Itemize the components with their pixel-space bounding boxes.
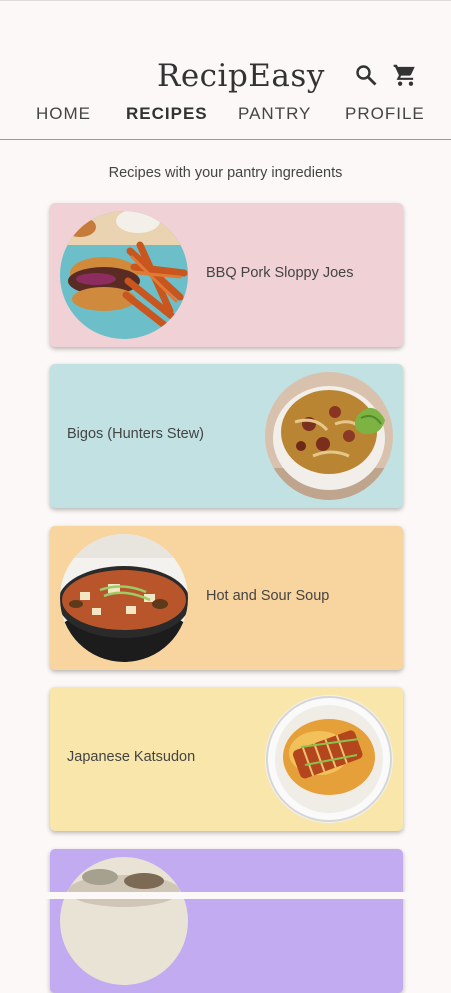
bottom-edge xyxy=(0,892,451,899)
recipe-title: Hot and Sour Soup xyxy=(206,588,330,604)
recipe-image xyxy=(60,857,188,985)
recipe-card[interactable]: BBQ Pork Sloppy Joes xyxy=(50,203,403,347)
nav-divider xyxy=(0,139,451,140)
tab-home[interactable]: HOME xyxy=(36,104,91,124)
recipe-card[interactable]: Japanese Katsudon xyxy=(50,687,403,831)
recipe-image xyxy=(265,372,393,500)
tab-pantry[interactable]: PANTRY xyxy=(238,104,311,124)
recipe-image xyxy=(265,695,393,823)
recipe-card[interactable]: Hot and Sour Soup xyxy=(50,526,403,670)
recipe-title: Bigos (Hunters Stew) xyxy=(67,426,204,442)
cart-icon xyxy=(393,64,415,86)
recipe-card[interactable]: Bigos (Hunters Stew) xyxy=(50,364,403,508)
app-header: RecipEasy HOME RECIPES PANTRY PROFILE xyxy=(0,0,451,140)
main-nav: HOME RECIPES PANTRY PROFILE xyxy=(0,104,451,132)
recipe-title: BBQ Pork Sloppy Joes xyxy=(206,265,354,281)
recipe-card[interactable] xyxy=(50,849,403,993)
recipe-title: Japanese Katsudon xyxy=(67,749,196,765)
recipe-image xyxy=(60,534,188,662)
search-icon xyxy=(356,65,377,86)
tab-recipes[interactable]: RECIPES xyxy=(126,104,208,124)
recipe-image xyxy=(60,211,188,339)
page-subtitle: Recipes with your pantry ingredients xyxy=(108,165,343,181)
cart-button[interactable] xyxy=(391,61,419,89)
search-button[interactable] xyxy=(352,61,380,89)
app-logo[interactable]: RecipEasy xyxy=(157,58,325,94)
tab-profile[interactable]: PROFILE xyxy=(345,104,425,124)
